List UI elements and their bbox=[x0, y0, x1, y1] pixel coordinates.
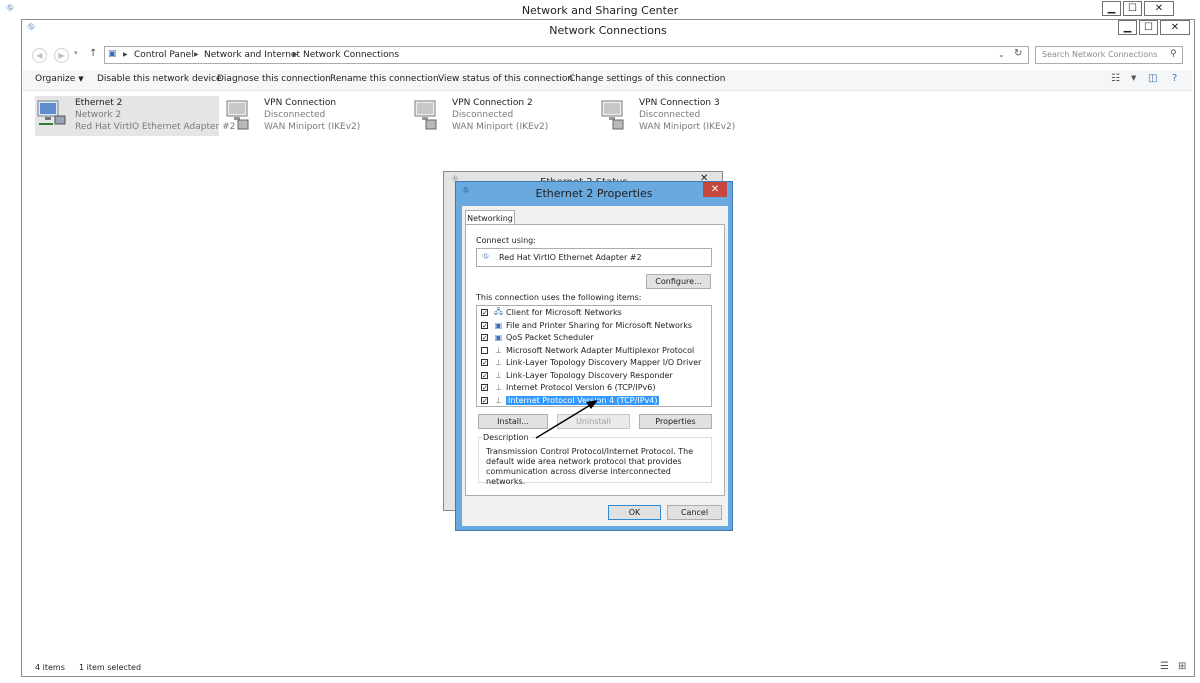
annotation-arrow bbox=[535, 400, 598, 439]
